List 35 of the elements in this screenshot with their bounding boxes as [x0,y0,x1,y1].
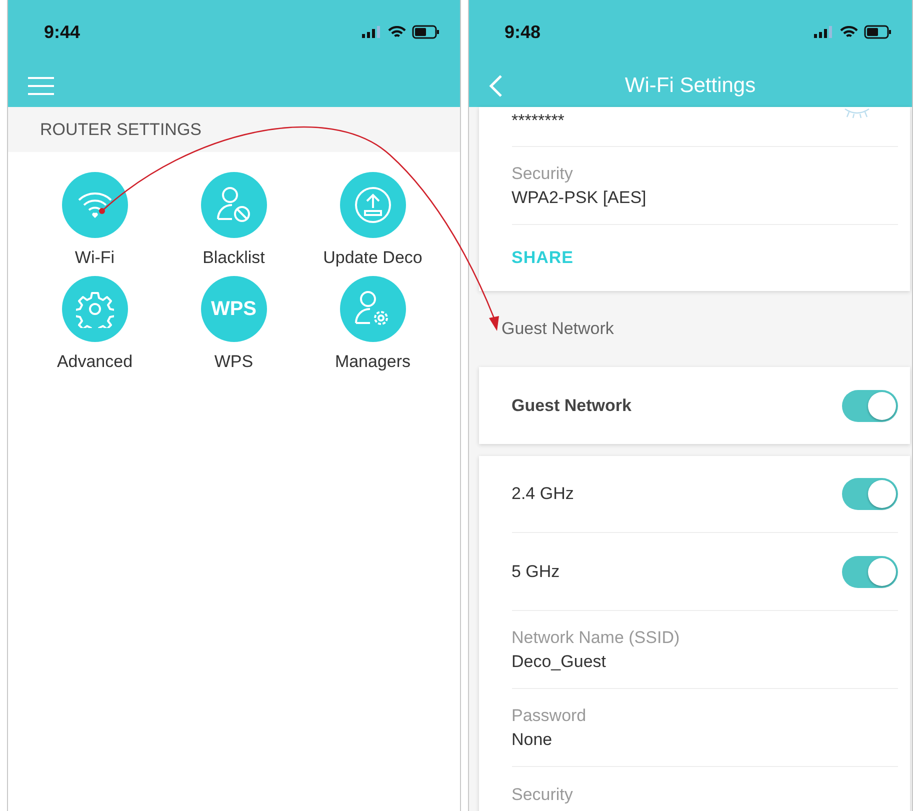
wps-icon: WPS [200,276,267,342]
screen-title: Wi-Fi Settings [624,74,756,98]
settings-tile[interactable]: Advanced [25,276,164,372]
password-value: ******** [512,110,564,130]
section-title: Guest Network [502,319,614,338]
settings-tile[interactable]: Update Deco [303,172,442,268]
eye-icon[interactable] [844,107,870,119]
field-label: Security [512,164,573,184]
settings-tile[interactable]: Blacklist [164,172,304,268]
field-value: WPA2-PSK [AES] [512,188,646,208]
field-label: Security [512,785,573,805]
toggle-switch[interactable] [842,390,898,422]
field-value: None [512,730,552,750]
signal-icon [814,26,834,38]
section-title: ROUTER SETTINGS [40,120,202,140]
settings-tile[interactable]: Wi-Fi [25,172,164,268]
field-label: Network Name (SSID) [512,628,680,648]
back-button[interactable] [488,74,502,98]
battery-icon [864,25,892,39]
wifi-icon [840,26,858,38]
signal-icon [362,26,382,38]
wifi-icon [388,26,406,38]
field-value: Deco_Guest [512,652,606,672]
settings-tile[interactable]: WPS WPS [164,276,304,372]
toggle-label: Guest Network [512,396,632,416]
field-label: Password [512,706,586,726]
band-label: 5 GHz [512,562,560,582]
status-time: 9:44 [44,22,80,42]
toggle-switch[interactable] [842,478,898,510]
status-time: 9:48 [504,22,541,42]
menu-button[interactable] [28,76,54,94]
settings-tile[interactable]: Managers [303,276,442,372]
battery-icon [412,25,440,39]
band-label: 2.4 GHz [512,484,574,504]
toggle-switch[interactable] [842,556,898,588]
